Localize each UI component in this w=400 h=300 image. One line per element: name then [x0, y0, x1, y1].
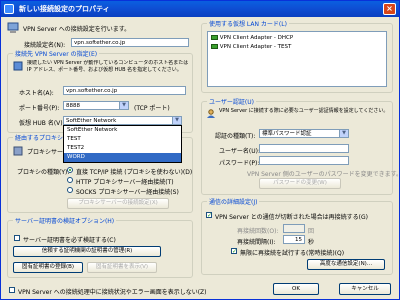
network-adapter-icon [211, 35, 218, 40]
comm-group-title: 通信の詳細設定(J) [207, 197, 260, 206]
server-icon [13, 61, 23, 71]
verify-cert-label: サーバー証明書を必ず検証する(C) [23, 237, 116, 244]
port-combobox[interactable]: 8888 ▼ [63, 101, 129, 110]
auth-type-label: 認証の種類(T): [215, 133, 256, 140]
hide-status-checkbox[interactable] [9, 287, 15, 293]
hub-option[interactable]: SoftEther Network [64, 126, 181, 135]
app-icon [4, 4, 14, 14]
chevron-down-icon[interactable]: ▼ [119, 102, 128, 109]
change-password-button[interactable]: パスワードの変更(W) [259, 178, 341, 189]
port-suffix: (TCP ポート) [134, 105, 170, 112]
dest-description: 接続したい VPN Server が動作しているコンピュータのホスト名または I… [27, 60, 189, 73]
setting-name-input[interactable]: vpn.softether.co.jp [71, 38, 189, 47]
computer-icon [7, 22, 19, 33]
password-label: パスワード(P): [219, 160, 260, 167]
lan-card-list[interactable]: VPN Client Adapter - DHCP VPN Client Ada… [207, 31, 387, 87]
hide-status-label: VPN Server への接続処理中に接続状況やエラー画面を表示しない(Z) [18, 289, 207, 296]
show-cert-button[interactable]: 固有証明書を表示(V) [87, 262, 157, 273]
infinite-retry-label: 無限に再接続を試行する(常時接続)(Q) [240, 250, 345, 257]
window-title: 新しい接続設定のプロパティ [19, 5, 110, 13]
lan-card-item[interactable]: VPN Client Adapter - TEST [211, 44, 291, 52]
proxy-radio-direct[interactable] [67, 167, 73, 173]
network-adapter-icon [211, 44, 218, 49]
register-cert-button[interactable]: 固有証明書の登録(B) [13, 262, 83, 273]
retry-label: 再接続回数(O): [237, 228, 279, 235]
close-button[interactable]: × [383, 3, 396, 15]
password-input[interactable] [259, 156, 349, 165]
retry-suffix: 回 [308, 228, 315, 235]
cancel-button[interactable]: キャンセル [339, 283, 391, 295]
lan-card-item[interactable]: VPN Client Adapter - DHCP [211, 35, 293, 43]
hub-combobox[interactable]: SoftEther Network ▼ [63, 116, 182, 125]
hub-option-selected[interactable]: WORD [64, 153, 181, 162]
cert-group-title: サーバー証明書の検証オプション(H) [13, 216, 117, 225]
hub-option[interactable]: TEST2 [64, 144, 181, 153]
interval-input[interactable]: 15 [283, 235, 305, 244]
manage-ca-button[interactable]: 信頼する証明機関の証明書の管理(R) [13, 246, 161, 257]
title-bar: 新しい接続設定のプロパティ × [1, 1, 399, 17]
hub-dropdown-list[interactable]: SoftEther Network TEST TEST2 WORD [63, 125, 182, 163]
auth-description: VPN Server に接続する際に必要なユーザー認証情報を設定してください。 [219, 108, 389, 114]
proxy-option-http: HTTP プロキシサーバー経由接続(T) [76, 179, 174, 186]
user-icon [207, 109, 215, 118]
proxy-radio-http[interactable] [67, 177, 73, 183]
lan-card-label: VPN Client Adapter - DHCP [219, 35, 294, 41]
password-note: VPN Server 側のユーザーのパスワードを変更できます。 [247, 171, 400, 178]
dest-group-title: 接続先 VPN Server の指定(E) [13, 49, 100, 58]
username-input[interactable] [259, 144, 349, 153]
proxy-option-direct: 直接 TCP/IP 接続 (プロキシを使わない)(D) [76, 169, 193, 176]
intro-text: VPN Server への接続設定を行います。 [23, 26, 131, 33]
host-input[interactable]: vpn.softether.co.jp [63, 86, 186, 95]
host-label: ホスト名(A): [19, 90, 54, 97]
chevron-down-icon[interactable]: ▼ [339, 130, 348, 137]
auth-type-value: 標準パスワード認証 [262, 131, 312, 137]
setting-name-label: 接続設定名(N): [24, 42, 66, 49]
retry-input[interactable] [283, 224, 305, 233]
proxy-settings-button[interactable]: プロキシサーバーの接続設定(X) [67, 198, 169, 209]
infinite-retry-checkbox[interactable]: ✓ [231, 248, 237, 255]
interval-label: 再接続間隔(I): [237, 239, 276, 246]
proxy-option-socks: SOCKS プロキシサーバー経由接続(S) [76, 189, 179, 196]
lan-card-label: VPN Client Adapter - TEST [219, 44, 292, 50]
advanced-settings-button[interactable]: 高度な通信設定(N)... [307, 259, 385, 270]
proxy-icon [13, 146, 23, 156]
verify-cert-checkbox[interactable] [14, 235, 20, 241]
auth-group-title: ユーザー認証(U) [207, 97, 256, 106]
port-label: ポート番号(P): [19, 105, 60, 112]
proxy-type-label: プロキシの種類(Y): [17, 169, 70, 176]
reconnect-checkbox[interactable]: ✓ [206, 212, 212, 219]
username-label: ユーザー名(U): [219, 148, 260, 155]
auth-type-combobox[interactable]: 標準パスワード認証 ▼ [259, 129, 349, 138]
hub-label: 仮想 HUB 名(V): [19, 120, 65, 127]
port-value: 8888 [66, 103, 80, 109]
lan-group-title: 使用する仮想 LAN カード(L) [207, 19, 289, 28]
hub-option[interactable]: TEST [64, 135, 181, 144]
hub-value: SoftEther Network [66, 118, 117, 124]
interval-suffix: 秒 [308, 239, 315, 246]
proxy-radio-socks[interactable] [67, 187, 73, 193]
ok-button[interactable]: OK [273, 283, 319, 295]
reconnect-label: VPN Server との通信が切断された場合は再接続する(G) [215, 214, 368, 221]
properties-window: 新しい接続設定のプロパティ × VPN Server への接続設定を行います。 … [0, 0, 400, 300]
chevron-down-icon[interactable]: ▼ [172, 117, 181, 124]
